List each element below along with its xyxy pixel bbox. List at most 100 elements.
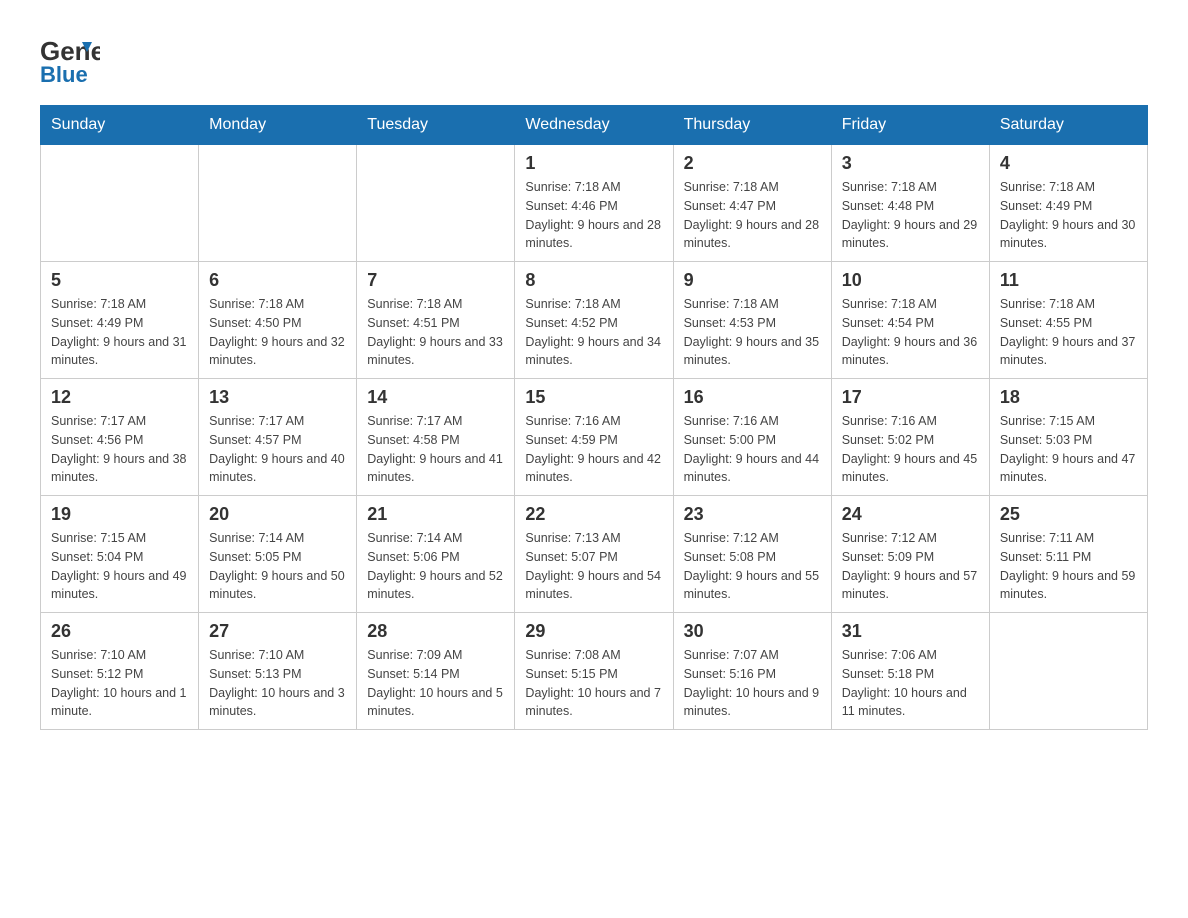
calendar-cell: 19Sunrise: 7:15 AM Sunset: 5:04 PM Dayli… — [41, 496, 199, 613]
header-day-saturday: Saturday — [989, 106, 1147, 145]
day-number: 12 — [51, 387, 188, 408]
header-day-thursday: Thursday — [673, 106, 831, 145]
calendar-cell: 21 Sunrise: 7:14 AM Sunset: 5:06 PM Dayli… — [357, 496, 515, 613]
week-row-3: 12 Sunrise: 7:17 AM Sunset: 4:56 PM Dayli… — [41, 379, 1148, 496]
day-info: Sunrise: 7:15 AM Sunset: 5:04 PM Dayligh… — [51, 529, 188, 604]
day-info: Sunrise: 7:17 AM Sunset: 4:56 PM Dayligh… — [51, 412, 188, 487]
calendar-table: SundayMondayTuesdayWednesdayThursdayFrid… — [40, 105, 1148, 730]
calendar-cell — [989, 613, 1147, 730]
week-row-2: 5Sunrise: 7:18 AM Sunset: 4:49 PM Daylig… — [41, 262, 1148, 379]
day-info: Sunrise: 7:15 AM Sunset: 5:03 PM Dayligh… — [1000, 412, 1137, 487]
header-day-tuesday: Tuesday — [357, 106, 515, 145]
day-info: Sunrise: 7:12 AM Sunset: 5:08 PM Dayligh… — [684, 529, 821, 604]
calendar-cell: 1 Sunrise: 7:18 AM Sunset: 4:46 PM Daylig… — [515, 145, 673, 262]
calendar-cell: 18 Sunrise: 7:15 AM Sunset: 5:03 PM Dayli… — [989, 379, 1147, 496]
day-info: Sunrise: 7:18 AM Sunset: 4:54 PM Dayligh… — [842, 295, 979, 370]
day-info: Sunrise: 7:18 AM Sunset: 4:51 PM Dayligh… — [367, 295, 504, 370]
day-info: Sunrise: 7:18 AM Sunset: 4:53 PM Dayligh… — [684, 295, 821, 370]
day-number: 3 — [842, 153, 979, 174]
calendar-cell — [199, 145, 357, 262]
calendar-cell: 27Sunrise: 7:10 AM Sunset: 5:13 PM Dayli… — [199, 613, 357, 730]
calendar-cell — [357, 145, 515, 262]
day-info: Sunrise: 7:06 AM Sunset: 5:18 PM Dayligh… — [842, 646, 979, 721]
day-info: Sunrise: 7:17 AM Sunset: 4:57 PM Dayligh… — [209, 412, 346, 487]
day-number: 25 — [1000, 504, 1137, 525]
calendar-cell: 14Sunrise: 7:17 AM Sunset: 4:58 PM Dayli… — [357, 379, 515, 496]
calendar-cell: 29 Sunrise: 7:08 AM Sunset: 5:15 PM Dayli… — [515, 613, 673, 730]
day-number: 4 — [1000, 153, 1137, 174]
day-number: 18 — [1000, 387, 1137, 408]
day-info: Sunrise: 7:14 AM Sunset: 5:05 PM Dayligh… — [209, 529, 346, 604]
day-number: 14 — [367, 387, 504, 408]
day-number: 26 — [51, 621, 188, 642]
day-info: Sunrise: 7:11 AM Sunset: 5:11 PM Dayligh… — [1000, 529, 1137, 604]
day-info: Sunrise: 7:18 AM Sunset: 4:52 PM Dayligh… — [525, 295, 662, 370]
day-info: Sunrise: 7:08 AM Sunset: 5:15 PM Dayligh… — [525, 646, 662, 721]
day-info: Sunrise: 7:07 AM Sunset: 5:16 PM Dayligh… — [684, 646, 821, 721]
day-info: Sunrise: 7:10 AM Sunset: 5:12 PM Dayligh… — [51, 646, 188, 721]
calendar-cell: 22 Sunrise: 7:13 AM Sunset: 5:07 PM Dayli… — [515, 496, 673, 613]
calendar-cell: 8 Sunrise: 7:18 AM Sunset: 4:52 PM Daylig… — [515, 262, 673, 379]
day-number: 17 — [842, 387, 979, 408]
calendar-cell: 10 Sunrise: 7:18 AM Sunset: 4:54 PM Dayli… — [831, 262, 989, 379]
day-number: 6 — [209, 270, 346, 291]
header-day-wednesday: Wednesday — [515, 106, 673, 145]
logo: General Blue — [40, 30, 102, 85]
day-info: Sunrise: 7:14 AM Sunset: 5:06 PM Dayligh… — [367, 529, 504, 604]
day-info: Sunrise: 7:10 AM Sunset: 5:13 PM Dayligh… — [209, 646, 346, 721]
day-number: 1 — [525, 153, 662, 174]
day-number: 8 — [525, 270, 662, 291]
svg-text:Blue: Blue — [40, 62, 88, 85]
page-header: General Blue — [40, 30, 1148, 85]
day-number: 20 — [209, 504, 346, 525]
calendar-cell — [41, 145, 199, 262]
calendar-cell: 17 Sunrise: 7:16 AM Sunset: 5:02 PM Dayli… — [831, 379, 989, 496]
calendar-cell: 9Sunrise: 7:18 AM Sunset: 4:53 PM Daylig… — [673, 262, 831, 379]
calendar-cell: 11Sunrise: 7:18 AM Sunset: 4:55 PM Dayli… — [989, 262, 1147, 379]
calendar-cell: 20 Sunrise: 7:14 AM Sunset: 5:05 PM Dayli… — [199, 496, 357, 613]
day-info: Sunrise: 7:18 AM Sunset: 4:48 PM Dayligh… — [842, 178, 979, 253]
day-info: Sunrise: 7:16 AM Sunset: 5:00 PM Dayligh… — [684, 412, 821, 487]
day-number: 15 — [525, 387, 662, 408]
calendar-cell: 30 Sunrise: 7:07 AM Sunset: 5:16 PM Dayli… — [673, 613, 831, 730]
day-number: 13 — [209, 387, 346, 408]
week-row-5: 26 Sunrise: 7:10 AM Sunset: 5:12 PM Dayli… — [41, 613, 1148, 730]
day-number: 22 — [525, 504, 662, 525]
week-row-1: 1 Sunrise: 7:18 AM Sunset: 4:46 PM Daylig… — [41, 145, 1148, 262]
day-info: Sunrise: 7:12 AM Sunset: 5:09 PM Dayligh… — [842, 529, 979, 604]
day-number: 10 — [842, 270, 979, 291]
calendar-cell: 16 Sunrise: 7:16 AM Sunset: 5:00 PM Dayli… — [673, 379, 831, 496]
day-number: 7 — [367, 270, 504, 291]
logo-icon: General Blue — [40, 30, 100, 85]
calendar-cell: 26 Sunrise: 7:10 AM Sunset: 5:12 PM Dayli… — [41, 613, 199, 730]
day-number: 16 — [684, 387, 821, 408]
day-info: Sunrise: 7:18 AM Sunset: 4:49 PM Dayligh… — [51, 295, 188, 370]
header-day-sunday: Sunday — [41, 106, 199, 145]
day-info: Sunrise: 7:18 AM Sunset: 4:49 PM Dayligh… — [1000, 178, 1137, 253]
header-row: SundayMondayTuesdayWednesdayThursdayFrid… — [41, 106, 1148, 145]
week-row-4: 19Sunrise: 7:15 AM Sunset: 5:04 PM Dayli… — [41, 496, 1148, 613]
day-info: Sunrise: 7:18 AM Sunset: 4:55 PM Dayligh… — [1000, 295, 1137, 370]
day-info: Sunrise: 7:09 AM Sunset: 5:14 PM Dayligh… — [367, 646, 504, 721]
day-number: 2 — [684, 153, 821, 174]
day-info: Sunrise: 7:18 AM Sunset: 4:46 PM Dayligh… — [525, 178, 662, 253]
day-info: Sunrise: 7:16 AM Sunset: 5:02 PM Dayligh… — [842, 412, 979, 487]
calendar-cell: 5Sunrise: 7:18 AM Sunset: 4:49 PM Daylig… — [41, 262, 199, 379]
day-number: 30 — [684, 621, 821, 642]
header-day-friday: Friday — [831, 106, 989, 145]
calendar-cell: 6 Sunrise: 7:18 AM Sunset: 4:50 PM Daylig… — [199, 262, 357, 379]
calendar-cell: 4 Sunrise: 7:18 AM Sunset: 4:49 PM Daylig… — [989, 145, 1147, 262]
day-number: 21 — [367, 504, 504, 525]
calendar-cell: 2Sunrise: 7:18 AM Sunset: 4:47 PM Daylig… — [673, 145, 831, 262]
header-day-monday: Monday — [199, 106, 357, 145]
day-number: 29 — [525, 621, 662, 642]
calendar-cell: 12 Sunrise: 7:17 AM Sunset: 4:56 PM Dayli… — [41, 379, 199, 496]
day-info: Sunrise: 7:16 AM Sunset: 4:59 PM Dayligh… — [525, 412, 662, 487]
calendar-cell: 31Sunrise: 7:06 AM Sunset: 5:18 PM Dayli… — [831, 613, 989, 730]
day-info: Sunrise: 7:13 AM Sunset: 5:07 PM Dayligh… — [525, 529, 662, 604]
day-number: 23 — [684, 504, 821, 525]
calendar-cell: 24 Sunrise: 7:12 AM Sunset: 5:09 PM Dayli… — [831, 496, 989, 613]
calendar-cell: 28Sunrise: 7:09 AM Sunset: 5:14 PM Dayli… — [357, 613, 515, 730]
day-number: 24 — [842, 504, 979, 525]
day-info: Sunrise: 7:18 AM Sunset: 4:50 PM Dayligh… — [209, 295, 346, 370]
